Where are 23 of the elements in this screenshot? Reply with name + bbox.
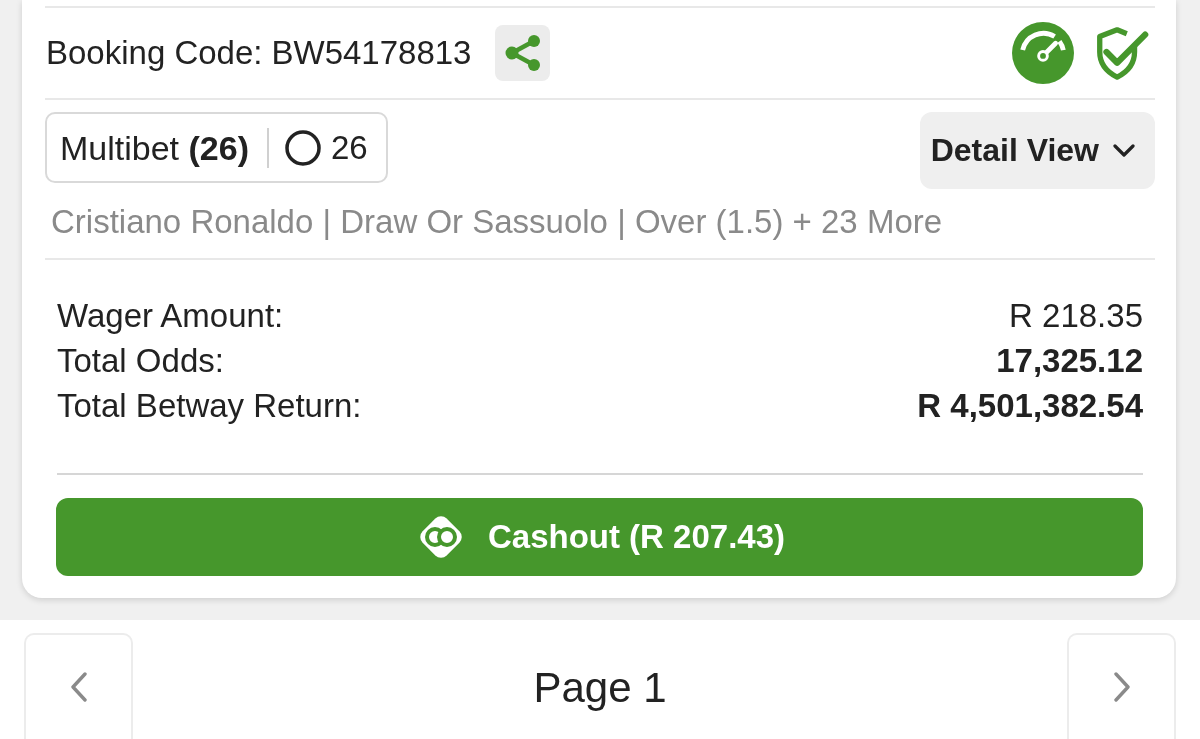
bet-type-label: Multibet (26) <box>60 127 249 168</box>
booking-code: BW54178813 <box>271 34 472 72</box>
chevron-down-icon <box>1113 143 1135 158</box>
speedometer-icon <box>1012 22 1074 84</box>
summary-value: R 218.35 <box>1009 295 1143 336</box>
chevron-left-icon <box>69 672 88 702</box>
share-icon <box>503 34 542 72</box>
next-page-button[interactable] <box>1067 633 1176 739</box>
summary-label: Total Betway Return: <box>57 385 362 426</box>
summary-label: Total Odds: <box>57 340 224 381</box>
share-button[interactable] <box>495 25 551 81</box>
summary-label: Wager Amount: <box>57 295 284 336</box>
summary-value: R 4,501,382.54 <box>917 385 1143 426</box>
page-label: Page 1 <box>533 664 667 712</box>
summary-value: 17,325.12 <box>996 340 1143 381</box>
legs-count: 26 <box>330 128 368 167</box>
previous-page-button[interactable] <box>24 633 133 739</box>
chevron-right-icon <box>1112 672 1131 702</box>
circle-icon <box>284 129 321 166</box>
cashout-button[interactable]: Cashout (R 207.43) <box>56 498 1143 576</box>
booking-code-label: Booking Code: <box>46 34 263 72</box>
selections-summary: Cristiano Ronaldo | Draw Or Sassuolo | Over (1.5) + 23 More <box>50 204 944 240</box>
detail-view-button[interactable]: Detail View <box>919 112 1155 189</box>
